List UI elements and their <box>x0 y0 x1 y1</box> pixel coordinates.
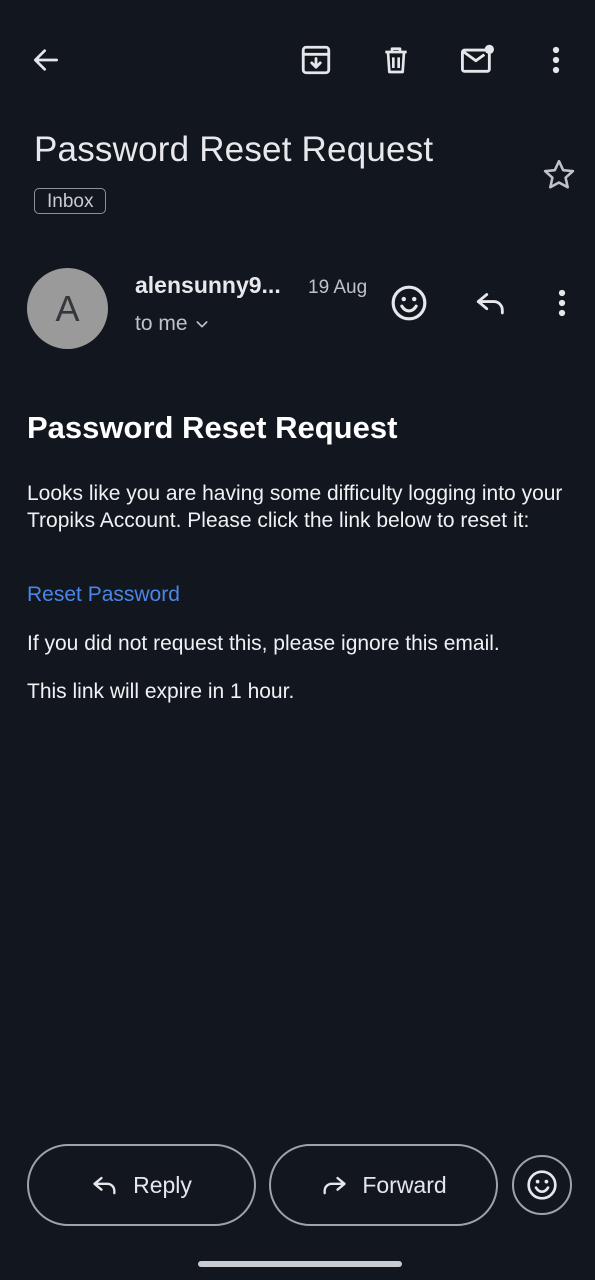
mail-unread-icon <box>461 44 495 73</box>
email-date: 19 Aug <box>308 277 368 298</box>
reply-icon <box>93 1176 116 1195</box>
mark-unread-button[interactable] <box>454 40 502 80</box>
archive-button[interactable] <box>294 40 338 80</box>
reply-button[interactable] <box>468 280 514 326</box>
recipient-details-toggle[interactable]: to me <box>135 312 210 336</box>
arrow-left-icon <box>34 49 58 71</box>
sender-avatar[interactable]: A <box>27 268 108 349</box>
email-body-paragraph: This link will expire in 1 hour. <box>27 680 295 703</box>
more-options-button[interactable] <box>534 40 578 80</box>
reply-label: Reply <box>133 1171 192 1198</box>
back-button[interactable] <box>24 40 68 80</box>
add-reaction-button[interactable] <box>386 280 432 326</box>
emoji-reaction-button[interactable] <box>512 1155 572 1215</box>
forward-icon <box>323 1176 346 1195</box>
reply-pill-button[interactable]: Reply <box>27 1144 256 1226</box>
inbox-label-chip[interactable]: Inbox <box>34 188 107 214</box>
archive-icon <box>301 45 331 75</box>
chevron-down-icon <box>196 321 208 328</box>
star-button[interactable] <box>538 154 580 196</box>
more-vertical-icon <box>558 289 566 317</box>
more-vertical-icon <box>552 46 560 74</box>
forward-label: Forward <box>362 1171 447 1198</box>
smiley-icon <box>391 285 427 321</box>
smiley-icon <box>527 1170 557 1200</box>
star-outline-icon <box>543 159 575 189</box>
message-more-options-button[interactable] <box>540 280 584 326</box>
sender-name: alensunny9... <box>135 272 281 298</box>
email-body-paragraph: Looks like you are having some difficult… <box>27 482 563 532</box>
email-body-paragraph: If you did not request this, please igno… <box>27 632 500 655</box>
delete-button[interactable] <box>374 40 418 80</box>
reset-password-link[interactable]: Reset Password <box>27 581 575 608</box>
email-subject: Password Reset Request <box>34 130 434 169</box>
trash-icon <box>385 47 407 74</box>
forward-pill-button[interactable]: Forward <box>269 1144 498 1226</box>
reply-icon <box>476 293 504 315</box>
recipient-label: to me <box>135 312 188 335</box>
email-body-title: Password Reset Request <box>27 410 398 445</box>
home-indicator[interactable] <box>198 1261 402 1267</box>
